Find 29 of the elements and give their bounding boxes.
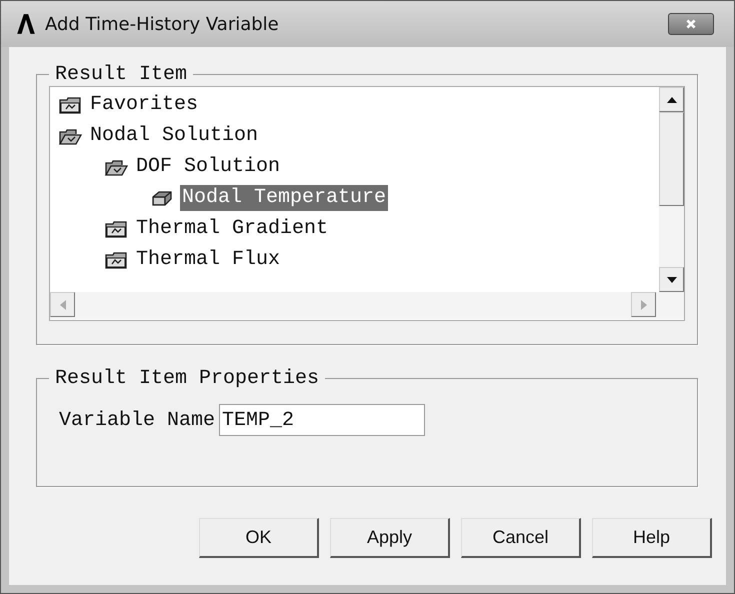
dialog-button[interactable]: Cancel (461, 518, 581, 558)
tree-item[interactable]: Favorites (88, 92, 200, 118)
logo-icon (15, 13, 37, 35)
left-arrow-icon (60, 300, 66, 310)
group-title: Result Item Properties (54, 367, 320, 390)
scroll-right-button[interactable] (631, 292, 656, 317)
close-icon (685, 18, 697, 30)
vertical-scrollbar[interactable] (659, 87, 684, 292)
scroll-left-button[interactable] (50, 292, 75, 317)
tree-item[interactable]: Nodal Temperature (180, 184, 388, 210)
tree-item[interactable]: DOF Solution (134, 154, 282, 180)
up-arrow-icon (666, 96, 676, 102)
right-arrow-icon (640, 300, 646, 310)
tree-item[interactable]: Thermal Flux (134, 246, 282, 272)
group-title: Result Item (54, 63, 188, 86)
window-title: Add Time-History Variable (45, 14, 280, 34)
scroll-up-button[interactable] (659, 87, 684, 112)
tree-item[interactable]: Nodal Solution (88, 122, 260, 148)
field-label: Variable Name (59, 408, 216, 432)
close-button[interactable] (668, 13, 714, 35)
scroll-thumb[interactable] (659, 112, 684, 206)
variable-name-field[interactable]: TEMP_2 (219, 404, 426, 436)
horizontal-scrollbar[interactable] (50, 292, 684, 319)
scroll-down-button[interactable] (659, 267, 684, 292)
tree-item[interactable]: Thermal Gradient (134, 216, 330, 242)
dialog-button[interactable]: OK (199, 518, 319, 558)
down-arrow-icon (666, 276, 676, 282)
dialog-button[interactable]: Apply (330, 518, 450, 558)
dialog-button[interactable]: Help (592, 518, 712, 558)
